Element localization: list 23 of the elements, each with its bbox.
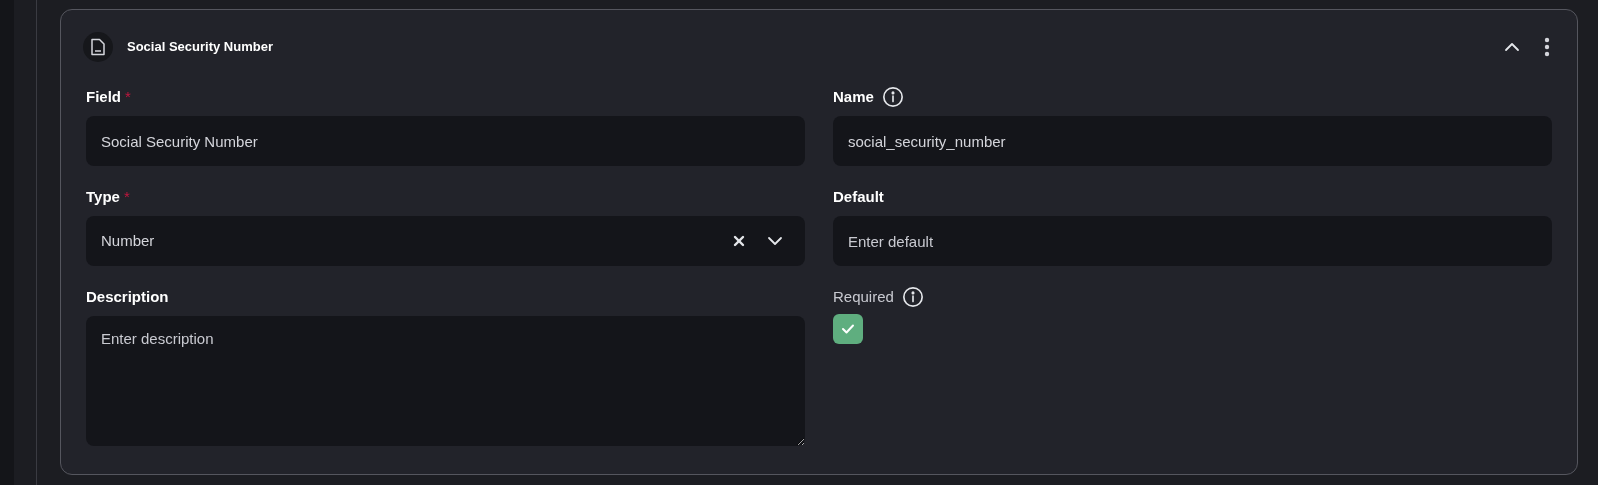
field-label: Required — [833, 286, 894, 307]
description-field[interactable]: Enter description — [86, 316, 805, 446]
info-icon[interactable] — [901, 286, 924, 308]
chevron-down-icon[interactable] — [767, 236, 783, 246]
info-icon[interactable] — [881, 86, 904, 108]
document-icon — [83, 32, 113, 62]
field-label: Default — [833, 186, 884, 207]
checkbox[interactable] — [833, 314, 863, 344]
field-label: Field — [86, 86, 121, 107]
field-label: Name — [833, 86, 874, 107]
field-label: Type — [86, 186, 120, 207]
required-mark: * — [125, 86, 131, 107]
check-icon — [841, 323, 855, 335]
input-field[interactable]: Social Security Number — [86, 116, 805, 166]
field-label: Description — [86, 286, 169, 307]
required-mark: * — [123, 186, 130, 207]
chevron-up-icon[interactable] — [1504, 42, 1520, 52]
clear-icon[interactable] — [733, 235, 745, 247]
select-field[interactable]: Number — [86, 216, 805, 266]
input-field[interactable]: Enter default — [833, 216, 1552, 266]
more-icon[interactable] — [1544, 37, 1550, 57]
input-field[interactable]: social_security_number — [833, 116, 1552, 166]
card-title: Social Security Number — [127, 38, 274, 57]
